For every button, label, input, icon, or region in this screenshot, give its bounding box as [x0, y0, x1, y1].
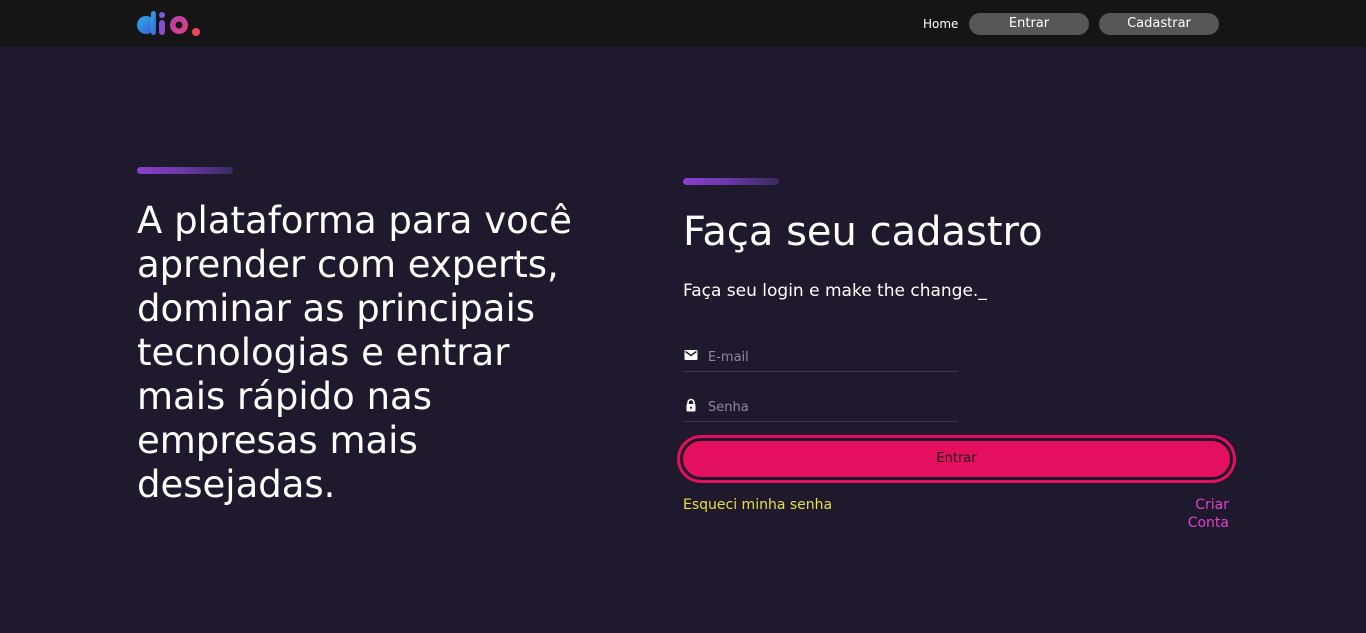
nav-cadastrar-button[interactable]: Cadastrar — [1099, 13, 1219, 35]
email-input[interactable] — [708, 347, 948, 367]
email-field — [683, 346, 958, 372]
senha-input[interactable] — [708, 397, 948, 417]
entrar-submit-button[interactable]: Entrar — [680, 438, 1233, 480]
form-accent-bar — [683, 178, 779, 185]
lock-icon — [686, 398, 696, 412]
top-header: Home Entrar Cadastrar — [0, 0, 1366, 47]
forgot-password-link[interactable]: Esqueci minha senha — [683, 496, 832, 514]
create-account-link[interactable]: Criar Conta — [1155, 496, 1229, 532]
form-title: Faça seu cadastro — [683, 209, 1043, 255]
senha-field — [683, 396, 958, 422]
mail-icon — [684, 350, 698, 360]
nav-entrar-button[interactable]: Entrar — [969, 13, 1089, 35]
nav-home-link[interactable]: Home — [923, 16, 958, 32]
dio-logo[interactable] — [137, 11, 201, 37]
hero-accent-bar — [137, 167, 233, 174]
hero-headline: A plataforma para você aprender com expe… — [137, 199, 572, 506]
form-subtitle: Faça seu login e make the change._ — [683, 281, 987, 301]
